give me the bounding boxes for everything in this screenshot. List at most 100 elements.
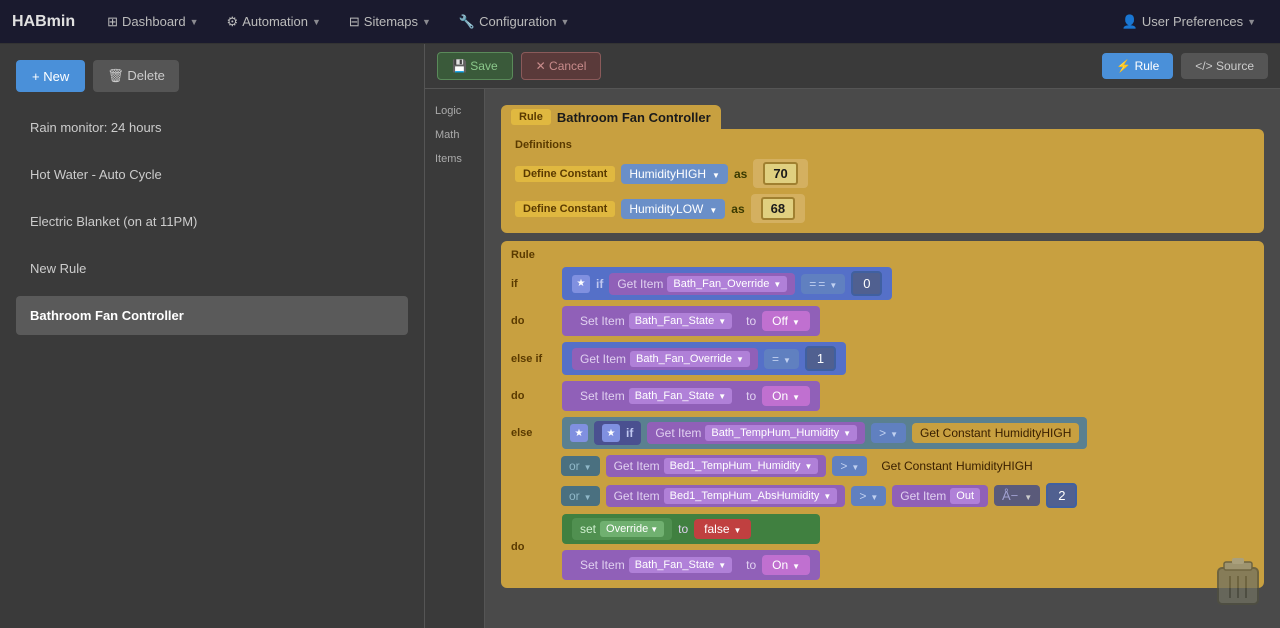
suffix-symbol: Å− xyxy=(1002,488,1018,503)
trash-drop-zone[interactable] xyxy=(1216,556,1260,608)
sidebar-item-electric-blanket[interactable]: Electric Blanket (on at 11PM) xyxy=(16,202,408,241)
cancel-button[interactable]: ✕ Cancel xyxy=(521,52,602,80)
definitions-block: Definitions Define Constant HumidityHIGH… xyxy=(501,129,1264,233)
or-operator-1[interactable]: or xyxy=(561,456,600,476)
set-item-on-else[interactable]: Set Item Bath_Fan_State xyxy=(572,554,740,576)
suffix-block: Å− xyxy=(994,485,1040,506)
bath-temp-hum-select[interactable]: Bath_TempHum_Humidity xyxy=(705,425,857,441)
sidebar-item-hot-water[interactable]: Hot Water - Auto Cycle xyxy=(16,155,408,194)
bed1-abs-hum-arrow[interactable] xyxy=(821,490,831,502)
set-var[interactable]: set Override xyxy=(572,518,672,540)
bath-fan-state-else-arrow[interactable] xyxy=(716,559,726,571)
suffix-arrow[interactable] xyxy=(1022,488,1032,503)
humidity-low-block[interactable]: HumidityLOW xyxy=(621,199,725,219)
operator-eq-2[interactable]: = xyxy=(764,349,799,369)
out-select[interactable]: Out xyxy=(950,488,980,504)
compare-val-0[interactable]: 0 xyxy=(851,271,882,296)
value-70[interactable]: 70 xyxy=(763,162,797,185)
palette-logic[interactable]: Logic xyxy=(433,101,476,121)
nav-automation[interactable]: ⚙ Automation ▼ xyxy=(215,8,333,36)
false-arrow[interactable] xyxy=(732,522,742,536)
get-item-bed1-abs-hum[interactable]: Get Item Bed1_TempHum_AbsHumidity xyxy=(606,485,846,507)
state-off-arrow[interactable] xyxy=(790,314,800,328)
bath-fan-override-1-arrow[interactable] xyxy=(771,278,781,290)
user-icon: 👤 xyxy=(1122,14,1138,30)
set-item-off[interactable]: Set Item Bath_Fan_State xyxy=(572,310,740,332)
value-70-block: 70 xyxy=(753,159,807,188)
automation-chevron: ▼ xyxy=(312,17,321,27)
else-label: else xyxy=(511,427,556,439)
override-var-select[interactable]: Override xyxy=(600,521,664,537)
op-gt-1-arrow[interactable] xyxy=(888,426,898,440)
get-item-bed1-temp-hum[interactable]: Get Item Bed1_TempHum_Humidity xyxy=(606,455,827,477)
override-var-arrow[interactable] xyxy=(648,523,658,535)
user-preferences[interactable]: 👤 User Preferences ▼ xyxy=(1110,8,1268,36)
bed1-temp-hum-arrow[interactable] xyxy=(802,460,812,472)
op-2-arrow[interactable] xyxy=(781,352,791,366)
nav-dashboard[interactable]: ⊞ Dashboard ▼ xyxy=(95,8,210,36)
sidebar-buttons: + New 🗑 Delete xyxy=(16,60,408,92)
sidebar-item-bathroom-fan[interactable]: Bathroom Fan Controller xyxy=(16,296,408,335)
sidebar-item-new-rule[interactable]: New Rule xyxy=(16,249,408,288)
bath-fan-state-1-arrow[interactable] xyxy=(716,315,726,327)
suffix-value[interactable]: 2 xyxy=(1046,483,1077,508)
rule-editor-canvas[interactable]: Rule Bathroom Fan Controller Definitions… xyxy=(485,89,1280,628)
get-item-override-0[interactable]: Get Item Bath_Fan_Override xyxy=(609,273,795,295)
rule-button[interactable]: ⚡ Rule xyxy=(1102,53,1173,79)
if-row: if ★ if Get Item Bath_Fan_Override xyxy=(511,267,1254,300)
nav-sitemaps[interactable]: ⊟ Sitemaps ▼ xyxy=(337,8,443,36)
rule-title-text: Bathroom Fan Controller xyxy=(557,110,711,125)
get-item-out[interactable]: Get Item Out xyxy=(892,485,988,507)
define-row-1: Define Constant HumidityHIGH as 70 xyxy=(515,159,1250,188)
op-gt-3-arrow[interactable] xyxy=(868,489,878,503)
get-item-bath-temp-hum[interactable]: Get Item Bath_TempHum_Humidity xyxy=(647,422,865,444)
bed1-abs-hum-select[interactable]: Bed1_TempHum_AbsHumidity xyxy=(664,488,838,504)
palette-items[interactable]: Items xyxy=(433,149,476,169)
new-button[interactable]: + New xyxy=(16,60,85,92)
rule-blocks: Rule Bathroom Fan Controller Definitions… xyxy=(501,105,1264,588)
set-item-on-1[interactable]: Set Item Bath_Fan_State xyxy=(572,385,740,407)
nav-configuration[interactable]: 🔧 Configuration ▼ xyxy=(447,8,581,36)
else-if-label: else if xyxy=(511,353,556,365)
delete-button[interactable]: 🗑 Delete xyxy=(93,60,179,92)
bath-temp-hum-arrow[interactable] xyxy=(841,427,851,439)
state-on-else[interactable]: On xyxy=(762,555,810,575)
humidity-high-block[interactable]: HumidityHIGH xyxy=(621,164,728,184)
or-operator-2[interactable]: or xyxy=(561,486,600,506)
sidebar-item-rain-monitor[interactable]: Rain monitor: 24 hours xyxy=(16,108,408,147)
get-const-high-2[interactable]: Get Constant HumidityHIGH xyxy=(873,456,1040,476)
op-gt-2-arrow[interactable] xyxy=(849,459,859,473)
bath-fan-state-select-else[interactable]: Bath_Fan_State xyxy=(629,557,732,573)
state-off[interactable]: Off xyxy=(762,311,810,331)
operator-eq-1[interactable]: == xyxy=(801,274,845,294)
compare-val-1[interactable]: 1 xyxy=(805,346,836,371)
rule-title-block: Rule Bathroom Fan Controller xyxy=(501,105,721,129)
state-on-1-arrow[interactable] xyxy=(790,389,800,403)
automation-icon: ⚙ xyxy=(227,14,239,30)
false-value[interactable]: false xyxy=(694,519,751,539)
bath-fan-state-select-2[interactable]: Bath_Fan_State xyxy=(629,388,732,404)
state-on-else-arrow[interactable] xyxy=(790,558,800,572)
source-button[interactable]: </> Source xyxy=(1181,53,1268,79)
save-button[interactable]: 💾 Save xyxy=(437,52,513,80)
bath-fan-state-select-1[interactable]: Bath_Fan_State xyxy=(629,313,732,329)
if-condition-block: ★ if Get Item Bath_Fan_Override xyxy=(562,267,892,300)
palette-math[interactable]: Math xyxy=(433,125,476,145)
humidity-high-dropdown[interactable] xyxy=(710,167,720,181)
get-const-high-1[interactable]: Get Constant HumidityHIGH xyxy=(912,423,1079,443)
get-item-override-1[interactable]: Get Item Bath_Fan_Override xyxy=(572,348,758,370)
or-1-arrow[interactable] xyxy=(582,459,592,473)
humidity-low-dropdown[interactable] xyxy=(707,202,717,216)
bed1-temp-hum-select[interactable]: Bed1_TempHum_Humidity xyxy=(664,458,819,474)
bath-fan-override-select-1[interactable]: Bath_Fan_Override xyxy=(667,276,787,292)
state-on-1[interactable]: On xyxy=(762,386,810,406)
or-2-arrow[interactable] xyxy=(582,489,592,503)
bath-fan-state-2-arrow[interactable] xyxy=(716,390,726,402)
bath-fan-override-select-2[interactable]: Bath_Fan_Override xyxy=(630,351,750,367)
op-1-arrow[interactable] xyxy=(827,277,837,291)
operator-gt-2[interactable]: > xyxy=(832,456,867,476)
operator-gt-1[interactable]: > xyxy=(871,423,906,443)
bath-fan-override-2-arrow[interactable] xyxy=(734,353,744,365)
value-68[interactable]: 68 xyxy=(761,197,795,220)
operator-gt-3[interactable]: > xyxy=(851,486,886,506)
